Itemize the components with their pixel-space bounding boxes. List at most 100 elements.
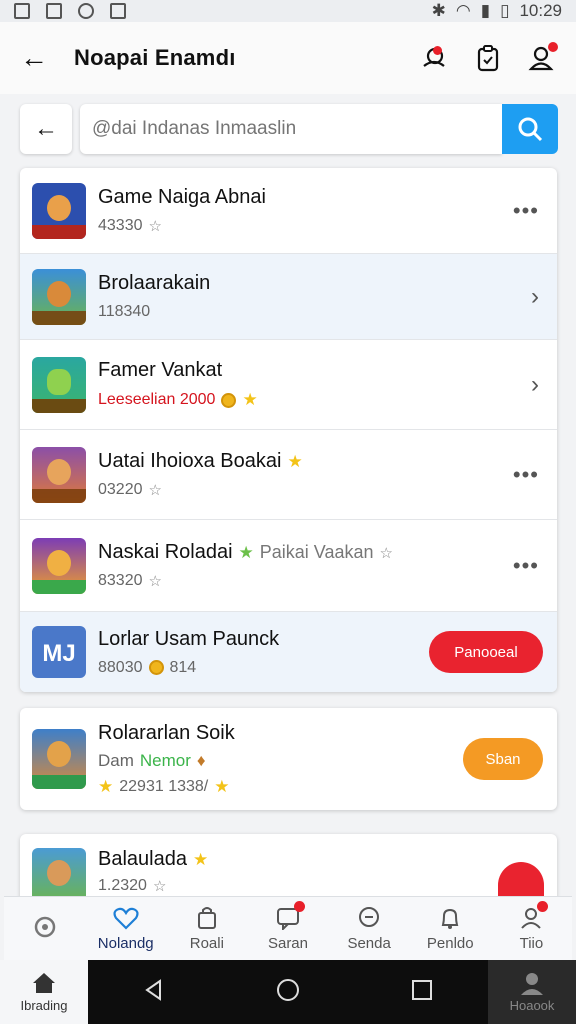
item-sub-highlight: Nemor [139, 750, 191, 770]
gallery-icon [14, 3, 30, 19]
item-name: Naskai Roladai [98, 541, 233, 563]
nav-item-nolandg[interactable]: Nolandg [85, 897, 166, 960]
star-icon: ★ [192, 849, 209, 869]
list-item[interactable]: Brolaarakain 118340 › [20, 254, 557, 340]
record-icon [78, 3, 94, 19]
arrow-left-icon: ← [34, 115, 58, 142]
game-thumbnail [32, 268, 86, 325]
list-item[interactable]: MJ Lorlar Usam Paunck 88030 814 Panooeal [20, 612, 557, 692]
notification-icon [110, 3, 126, 19]
account-shortcut[interactable]: Hoaook [488, 960, 576, 1024]
item-sub: Leeseelian 2000 [98, 391, 216, 408]
nav-item-loader[interactable] [4, 897, 85, 960]
game-card: Rolararlan Soik Dam Nemor ♦ ★ 22931 1338/★ … [20, 708, 557, 810]
game-thumbnail [32, 537, 86, 594]
clipboard-icon[interactable] [474, 44, 502, 72]
search-input[interactable] [92, 118, 502, 140]
nav-label: Penldo [426, 935, 474, 952]
game-list-card: Game Naiga Abnai 43330 ☆ ••• Brolaarakain… [20, 168, 557, 692]
item-count: 118340 [98, 303, 151, 320]
game-thumbnail [32, 356, 86, 413]
nav-label: Roali [189, 935, 224, 952]
star-icon: ★ [238, 542, 254, 562]
message-icon [356, 905, 382, 931]
coin-icon [148, 660, 164, 675]
list-item[interactable]: Uatai Ihoioxa Boakai ★ 03220 ☆ ••• [20, 430, 557, 520]
chat-icon [275, 901, 305, 931]
house-icon [30, 971, 58, 998]
wifi-icon: ◠ [455, 1, 471, 20]
item-count: 22931 1338/ [119, 777, 209, 795]
app-bar: ← Noapai Enamdı [0, 22, 576, 94]
star-icon: ★ [287, 451, 303, 471]
star-icon: ☆ [148, 482, 162, 499]
search-button[interactable] [502, 104, 558, 154]
item-sub-extra: 814 [169, 658, 197, 676]
nav-label: Senda [347, 935, 391, 952]
action-button[interactable]: Panooeal [429, 631, 543, 673]
item-count: 43330 [98, 217, 143, 234]
item-name: Brolaarakain [98, 272, 211, 294]
home-circle-icon[interactable] [276, 978, 300, 1007]
item-name: Famer Vankat [98, 359, 223, 381]
more-options-icon[interactable]: ••• [513, 198, 539, 224]
page-title: Noapai Enamdı [74, 45, 236, 70]
game-thumbnail [32, 182, 86, 239]
item-sub-prefix: Dam [98, 750, 134, 770]
star-icon: ☆ [152, 878, 167, 895]
nav-item-penldo[interactable]: Penldo [410, 897, 491, 960]
star-icon: ★ [214, 776, 230, 796]
back-arrow-icon[interactable]: ← [20, 42, 54, 74]
nav-label: Tiio [519, 935, 544, 952]
bottom-nav: Nolandg Roali Saran Senda Penldo Tiio [4, 896, 572, 960]
star-icon: ★ [242, 390, 258, 409]
home-shortcut[interactable]: Ibrading [0, 960, 88, 1024]
search-field-container [80, 104, 502, 154]
heart-icon [113, 905, 139, 931]
chevron-right-icon[interactable]: › [531, 371, 539, 399]
star-icon: ☆ [148, 218, 162, 235]
list-item[interactable]: Naskai Roladai ★ Paikai Vaakan ☆ 83320 ☆ ••• [20, 520, 557, 612]
back-triangle-icon[interactable] [143, 978, 165, 1006]
system-nav-bar: Ibrading Hoaook [0, 960, 576, 1024]
list-item[interactable]: Rolararlan Soik Dam Nemor ♦ ★ 22931 1338/★ … [20, 708, 557, 810]
chevron-right-icon[interactable]: › [531, 283, 539, 311]
search-back-button[interactable]: ← [20, 104, 72, 154]
game-thumbnail [32, 446, 86, 503]
signal-icon: ▮ [480, 1, 491, 20]
nav-item-senda[interactable]: Senda [329, 897, 410, 960]
person-icon [518, 901, 549, 931]
coin-icon [221, 392, 237, 408]
item-count: 83320 [98, 572, 143, 589]
item-name: Uatai Ihoioxa Boakai [98, 450, 282, 472]
account-shortcut-label: Hoaook [509, 998, 555, 1013]
item-count: 1.2320 [98, 877, 147, 894]
profile-icon[interactable] [528, 42, 558, 72]
list-item[interactable]: Famer Vankat Leeseelian 2000 ★ › [20, 340, 557, 430]
list-item[interactable]: Game Naiga Abnai 43330 ☆ ••• [20, 168, 557, 254]
search-person-icon[interactable] [420, 44, 448, 72]
nav-item-tiio[interactable]: Tiio [491, 897, 572, 960]
nav-item-saran[interactable]: Saran [247, 897, 328, 960]
clock: 10:29 [519, 1, 562, 20]
nav-item-roali[interactable]: Roali [166, 897, 247, 960]
thumb-text: MJ [42, 640, 76, 667]
recents-square-icon[interactable] [411, 979, 433, 1006]
more-options-icon[interactable]: ••• [513, 462, 539, 488]
account-icon [519, 971, 545, 998]
search-bar: ← [20, 104, 558, 154]
home-shortcut-label: Ibrading [20, 998, 68, 1013]
search-icon [518, 117, 543, 142]
status-bar: ✱ ◠ ▮ ▯ 10:29 [0, 0, 576, 22]
game-thumbnail: MJ [32, 626, 86, 678]
action-button[interactable]: Sban [463, 738, 543, 780]
loader-icon [32, 914, 58, 940]
star-icon: ☆ [379, 544, 393, 562]
pear-icon: ♦ [196, 750, 206, 770]
item-name: Game Naiga Abnai [98, 186, 266, 208]
more-options-icon[interactable]: ••• [513, 553, 539, 579]
nav-label: Saran [267, 935, 308, 952]
check-icon [46, 3, 62, 19]
item-count: 88030 [98, 658, 143, 676]
battery-icon: ▯ [500, 1, 510, 20]
